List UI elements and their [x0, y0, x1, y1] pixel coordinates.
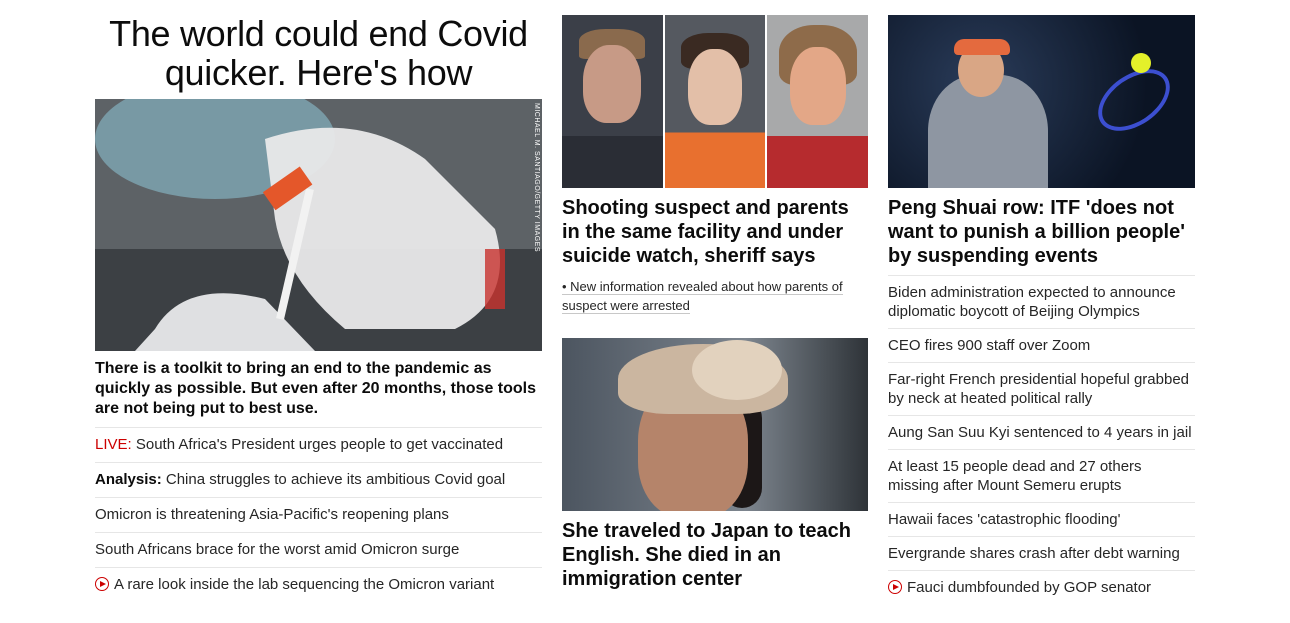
- link-text: At least 15 people dead and 27 others mi…: [888, 458, 1142, 494]
- list-item[interactable]: Fauci dumbfounded by GOP senator: [888, 570, 1195, 604]
- vaccine-syringe-image: [95, 99, 542, 351]
- link-text: Omicron is threatening Asia-Pacific's re…: [95, 506, 449, 523]
- middle-column: Shooting suspect and parents in the same…: [562, 0, 869, 591]
- link-text: CEO fires 900 staff over Zoom: [888, 337, 1091, 354]
- sublink-text: • New information revealed about how par…: [562, 279, 843, 314]
- link-text: China struggles to achieve its ambitious…: [161, 471, 506, 488]
- link-text: A rare look inside the lab sequencing th…: [114, 576, 495, 593]
- live-label: LIVE:: [95, 436, 132, 453]
- mugshots-image[interactable]: [562, 15, 869, 188]
- mugshot-suspect: [664, 15, 766, 188]
- list-item[interactable]: LIVE: South Africa's President urges peo…: [95, 427, 542, 462]
- image-credit: MICHAEL M. SANTIAGO/GETTY IMAGES: [533, 103, 540, 253]
- list-item[interactable]: Analysis: China struggles to achieve its…: [95, 462, 542, 497]
- analysis-label: Analysis:: [95, 471, 162, 488]
- link-text: Biden administration expected to announc…: [888, 284, 1176, 320]
- play-icon: [95, 577, 109, 591]
- lead-related-links: LIVE: South Africa's President urges peo…: [95, 427, 542, 602]
- lead-description[interactable]: There is a toolkit to bring an end to th…: [95, 359, 542, 427]
- list-item[interactable]: Hawaii faces 'catastrophic flooding': [888, 502, 1195, 536]
- peng-headline[interactable]: Peng Shuai row: ITF 'does not want to pu…: [888, 196, 1195, 275]
- right-related-links: Biden administration expected to announc…: [888, 275, 1195, 604]
- link-text: Fauci dumbfounded by GOP senator: [907, 579, 1152, 596]
- list-item[interactable]: South Africans brace for the worst amid …: [95, 532, 542, 567]
- peng-shuai-image[interactable]: [888, 15, 1195, 188]
- right-column: Peng Shuai row: ITF 'does not want to pu…: [888, 0, 1195, 604]
- mugshot-father: [562, 15, 663, 188]
- mugshot-mother: [767, 15, 869, 188]
- lead-story-column: The world could end Covid quicker. Here'…: [95, 0, 542, 602]
- japan-story-image[interactable]: [562, 338, 868, 511]
- list-item[interactable]: Far-right French presidential hopeful gr…: [888, 362, 1195, 415]
- play-icon: [888, 580, 902, 594]
- list-item[interactable]: At least 15 people dead and 27 others mi…: [888, 449, 1195, 502]
- japan-headline[interactable]: She traveled to Japan to teach English. …: [562, 519, 868, 591]
- list-item[interactable]: A rare look inside the lab sequencing th…: [95, 567, 542, 602]
- list-item[interactable]: Omicron is threatening Asia-Pacific's re…: [95, 497, 542, 532]
- link-text: Hawaii faces 'catastrophic flooding': [888, 511, 1121, 528]
- list-item[interactable]: Evergrande shares crash after debt warni…: [888, 536, 1195, 570]
- shooting-sublink[interactable]: • New information revealed about how par…: [562, 277, 868, 315]
- link-text: Far-right French presidential hopeful gr…: [888, 371, 1190, 407]
- lead-story-image[interactable]: MICHAEL M. SANTIAGO/GETTY IMAGES: [95, 99, 542, 351]
- list-item[interactable]: CEO fires 900 staff over Zoom: [888, 328, 1195, 362]
- link-text: South Africa's President urges people to…: [131, 436, 504, 453]
- link-text: Evergrande shares crash after debt warni…: [888, 545, 1180, 562]
- link-text: Aung San Suu Kyi sentenced to 4 years in…: [888, 424, 1192, 441]
- list-item[interactable]: Biden administration expected to announc…: [888, 275, 1195, 328]
- list-item[interactable]: Aung San Suu Kyi sentenced to 4 years in…: [888, 415, 1195, 449]
- lead-headline[interactable]: The world could end Covid quicker. Here'…: [95, 14, 542, 92]
- link-text: South Africans brace for the worst amid …: [95, 541, 460, 558]
- shooting-headline[interactable]: Shooting suspect and parents in the same…: [562, 196, 868, 268]
